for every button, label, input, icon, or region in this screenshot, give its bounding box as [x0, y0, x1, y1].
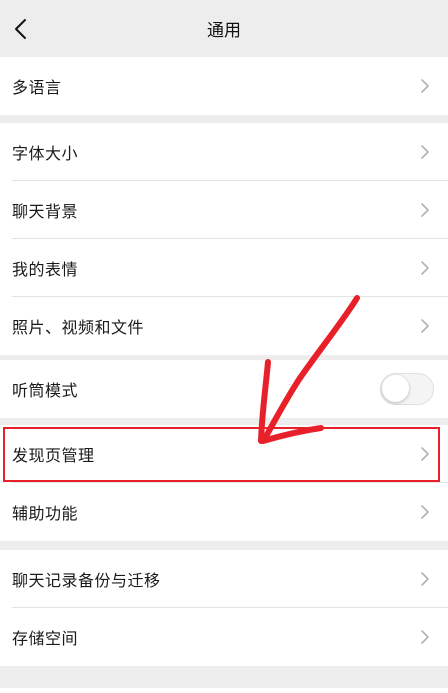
chevron-right-icon	[420, 202, 430, 218]
settings-group-discover: 发现页管理 辅助功能	[0, 425, 448, 541]
settings-item-language[interactable]: 多语言	[0, 57, 448, 115]
settings-item-label: 聊天记录备份与迁移	[12, 571, 161, 590]
settings-item-label: 我的表情	[12, 260, 79, 279]
chevron-right-icon	[420, 446, 430, 462]
settings-item-media-files[interactable]: 照片、视频和文件	[0, 297, 448, 355]
page-title: 通用	[207, 21, 241, 41]
settings-item-my-stickers[interactable]: 我的表情	[0, 239, 448, 297]
settings-item-label: 字体大小	[12, 144, 79, 163]
settings-item-label: 存储空间	[12, 629, 79, 648]
chevron-right-icon	[420, 504, 430, 520]
settings-general-page: 通用 多语言 字体大小 聊天背景 我的表情 照片、视频和文件 听筒模式 发现页管…	[0, 0, 448, 693]
settings-group-earpiece: 听筒模式	[0, 360, 448, 418]
settings-item-label: 照片、视频和文件	[12, 318, 145, 337]
settings-group-storage: 聊天记录备份与迁移 存储空间	[0, 550, 448, 666]
nav-header: 通用	[0, 0, 448, 58]
settings-item-chat-background[interactable]: 聊天背景	[0, 181, 448, 239]
chevron-right-icon	[420, 318, 430, 334]
chevron-right-icon	[420, 144, 430, 160]
settings-item-chat-backup[interactable]: 聊天记录备份与迁移	[0, 550, 448, 608]
settings-item-accessibility[interactable]: 辅助功能	[0, 483, 448, 541]
earpiece-mode-toggle[interactable]	[380, 373, 434, 405]
settings-item-label: 聊天背景	[12, 202, 79, 221]
settings-item-font-size[interactable]: 字体大小	[0, 123, 448, 181]
chevron-right-icon	[420, 260, 430, 276]
settings-item-label: 多语言	[12, 78, 62, 97]
settings-item-label: 发现页管理	[12, 446, 95, 465]
settings-group-language: 多语言	[0, 57, 448, 115]
settings-item-earpiece-mode[interactable]: 听筒模式	[0, 360, 448, 418]
settings-group-display: 字体大小 聊天背景 我的表情 照片、视频和文件	[0, 123, 448, 355]
settings-item-label: 听筒模式	[12, 381, 79, 400]
settings-item-label: 辅助功能	[12, 504, 79, 523]
chevron-right-icon	[420, 629, 430, 645]
chevron-right-icon	[420, 78, 430, 94]
settings-item-discover-management[interactable]: 发现页管理	[0, 425, 448, 483]
settings-group-partial	[0, 688, 448, 693]
chevron-right-icon	[420, 571, 430, 587]
toggle-knob	[382, 375, 409, 402]
settings-item-storage[interactable]: 存储空间	[0, 608, 448, 666]
